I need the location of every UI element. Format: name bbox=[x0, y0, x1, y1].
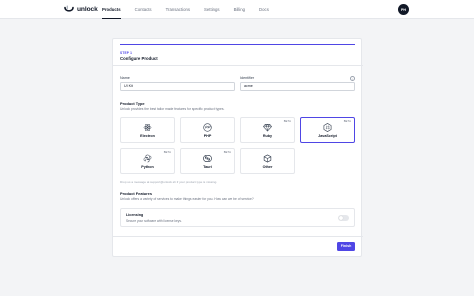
name-label: Name bbox=[120, 76, 130, 80]
feature-description: Secure your software with license keys. bbox=[126, 219, 182, 223]
wizard-progress-bar bbox=[120, 44, 355, 46]
product-type-other[interactable]: Other bbox=[240, 148, 295, 174]
finish-button[interactable]: Finish bbox=[337, 242, 355, 251]
nav-item-contacts[interactable]: Contacts bbox=[135, 0, 152, 19]
top-navbar: unlock Products Contacts Transactions Se… bbox=[0, 0, 474, 19]
nav-item-billing[interactable]: Billing bbox=[234, 0, 245, 19]
product-type-title: Product Type bbox=[120, 101, 145, 106]
product-type-electron[interactable]: Electron bbox=[120, 117, 175, 143]
configure-product-card: STEP 1 Configure Product Name UI Kit Ide… bbox=[112, 38, 363, 257]
name-input[interactable]: UI Kit bbox=[120, 82, 235, 91]
nav-item-products[interactable]: Products bbox=[102, 0, 121, 19]
toggle-knob bbox=[338, 215, 344, 221]
electron-icon bbox=[143, 123, 152, 132]
product-type-ruby[interactable]: BETA Ruby bbox=[240, 117, 295, 143]
app-window: unlock Products Contacts Transactions Se… bbox=[0, 0, 474, 296]
nav-item-settings[interactable]: Settings bbox=[204, 0, 220, 19]
product-type-name: JavaScript bbox=[318, 134, 337, 138]
ruby-icon bbox=[263, 123, 272, 132]
javascript-icon bbox=[323, 123, 332, 132]
php-icon bbox=[203, 123, 212, 132]
product-features-title: Product Features bbox=[120, 191, 152, 196]
beta-badge: BETA bbox=[163, 151, 171, 154]
product-type-hint: Drop us a message at support@unlock.sh i… bbox=[120, 180, 218, 184]
beta-badge: BETA bbox=[343, 120, 351, 123]
product-type-name: Python bbox=[141, 165, 154, 169]
wizard-step-label: STEP 1 bbox=[120, 51, 133, 55]
cube-icon bbox=[263, 154, 272, 163]
main-content: STEP 1 Configure Product Name UI Kit Ide… bbox=[0, 19, 474, 296]
user-avatar[interactable]: PH bbox=[398, 4, 409, 15]
brand-logo[interactable]: unlock bbox=[64, 4, 98, 14]
unlock-logo-icon bbox=[64, 4, 74, 14]
feature-licensing: Licensing Secure your software with lice… bbox=[120, 208, 355, 227]
product-type-php[interactable]: PHP bbox=[180, 117, 235, 143]
divider bbox=[113, 236, 363, 237]
licensing-toggle[interactable] bbox=[338, 215, 349, 221]
nav-item-transactions[interactable]: Transactions bbox=[166, 0, 190, 19]
product-features-description: Unlock offers a variety of services to m… bbox=[120, 197, 254, 201]
product-type-python[interactable]: BETA Python bbox=[120, 148, 175, 174]
nav-item-docs[interactable]: Docs bbox=[259, 0, 269, 19]
info-icon[interactable]: i bbox=[350, 76, 355, 81]
beta-badge: BETA bbox=[283, 120, 291, 123]
product-type-name: Ruby bbox=[262, 134, 273, 138]
beta-badge: BETA bbox=[223, 151, 231, 154]
brand-name: unlock bbox=[77, 5, 98, 13]
divider bbox=[113, 65, 363, 66]
product-type-description: Unlock provides the best tailor made fea… bbox=[120, 107, 225, 111]
wizard-title: Configure Product bbox=[120, 56, 158, 61]
main-nav: Products Contacts Transactions Settings … bbox=[102, 0, 283, 19]
identifier-input[interactable]: acme bbox=[240, 82, 355, 91]
product-type-tauri[interactable]: BETA Tauri bbox=[180, 148, 235, 174]
product-type-name: PHP bbox=[203, 134, 212, 138]
feature-name: Licensing bbox=[126, 213, 144, 217]
product-type-name: Electron bbox=[140, 134, 155, 138]
product-type-name: Other bbox=[262, 165, 273, 169]
tauri-icon bbox=[203, 154, 212, 163]
python-icon bbox=[143, 154, 152, 163]
product-type-name: Tauri bbox=[203, 165, 212, 169]
identifier-label: Identifier bbox=[240, 76, 255, 80]
product-type-javascript[interactable]: BETA JavaScript bbox=[300, 117, 355, 143]
